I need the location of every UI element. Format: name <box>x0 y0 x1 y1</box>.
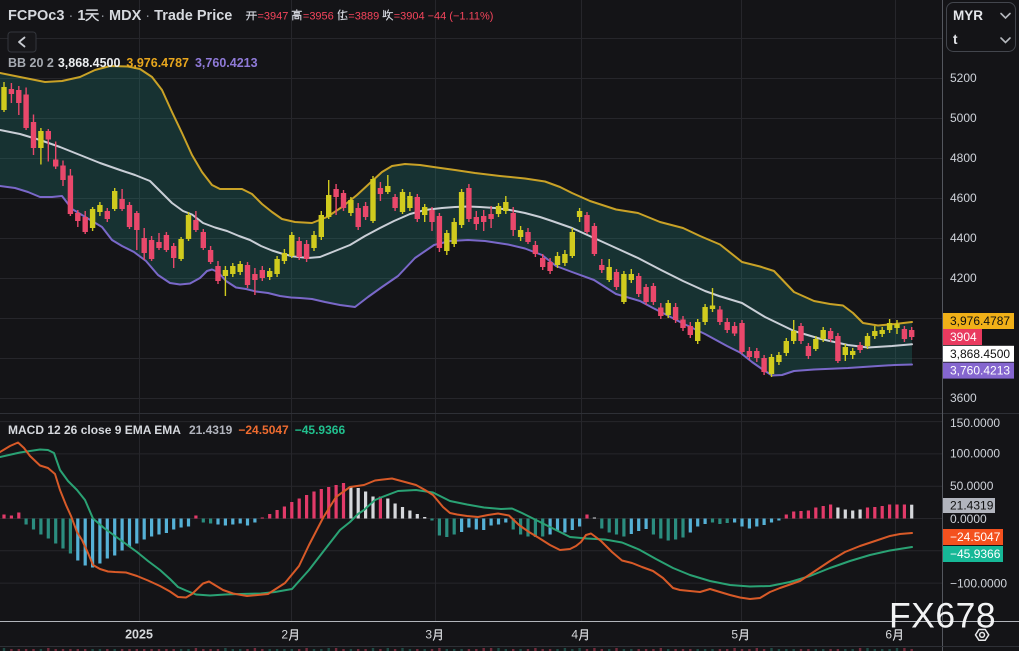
svg-text:2025: 2025 <box>125 628 153 642</box>
svg-text:−44 (−1.11%): −44 (−1.11%) <box>428 11 494 23</box>
svg-text:5000: 5000 <box>950 111 977 125</box>
svg-text:t: t <box>953 32 958 47</box>
svg-text:3,976.4787: 3,976.4787 <box>950 314 1010 328</box>
svg-text:MYR: MYR <box>953 8 983 23</box>
svg-text:5: 5 <box>731 628 738 642</box>
svg-text:4200: 4200 <box>950 271 977 285</box>
svg-text:3,868.4500: 3,868.4500 <box>950 347 1010 361</box>
svg-text:0.0000: 0.0000 <box>950 512 987 526</box>
svg-text:21.4319: 21.4319 <box>950 499 994 513</box>
svg-text:MACD 12 26 close 9 EMA EMA21.4: MACD 12 26 close 9 EMA EMA 21.4319 −24.504… <box>8 423 345 437</box>
svg-text:150.0000: 150.0000 <box>950 416 1000 430</box>
svg-text:50.0000: 50.0000 <box>950 479 994 493</box>
svg-text:· MDX · Trade Price: · MDX · Trade Price <box>100 8 232 24</box>
svg-text:4400: 4400 <box>950 231 977 245</box>
svg-text:3,760.4213: 3,760.4213 <box>950 364 1010 378</box>
svg-text:=3947: =3947 <box>258 11 289 23</box>
svg-text:−100.0000: −100.0000 <box>950 576 1007 590</box>
svg-text:4: 4 <box>571 628 578 642</box>
svg-text:4600: 4600 <box>950 191 977 205</box>
svg-text:5200: 5200 <box>950 71 977 85</box>
svg-text:−45.9366: −45.9366 <box>950 547 1001 561</box>
svg-text:FCPOc3 · 1: FCPOc3 · 1 <box>8 8 85 24</box>
svg-text:=3956: =3956 <box>303 11 334 23</box>
svg-text:=3904: =3904 <box>394 11 425 23</box>
svg-text:3600: 3600 <box>950 391 977 405</box>
svg-text:=3889: =3889 <box>348 11 379 23</box>
svg-text:2: 2 <box>281 628 288 642</box>
svg-text:4800: 4800 <box>950 151 977 165</box>
svg-text:100.0000: 100.0000 <box>950 447 1000 461</box>
svg-text:3904: 3904 <box>950 330 977 344</box>
svg-text:BB 20 23,868.45003,976.47873,7: BB 20 2 3,868.4500 3,976.4787 3,760.4213 <box>8 56 258 70</box>
svg-text:−24.5047: −24.5047 <box>950 530 1001 544</box>
svg-text:3: 3 <box>425 628 432 642</box>
